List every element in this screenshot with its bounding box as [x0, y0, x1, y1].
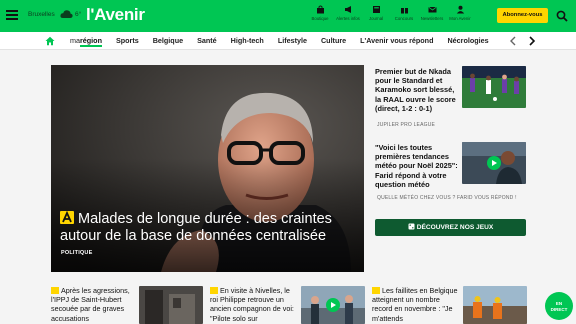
nav-item-culture[interactable]: Culture — [321, 36, 346, 45]
bottom-article-image[interactable] — [301, 286, 365, 324]
tool-alerts[interactable]: Alertes infos — [334, 5, 362, 21]
megaphone-icon — [344, 6, 351, 13]
mail-icon — [428, 6, 436, 13]
dice-icon — [408, 223, 415, 230]
nav-item-sports[interactable]: Sports — [116, 36, 139, 45]
building-image — [139, 286, 203, 324]
bottom-article-image[interactable] — [463, 286, 527, 324]
user-icon — [456, 5, 464, 14]
top-bar: Bruxelles 6° l'Avenir Boutique Alertes i… — [0, 0, 576, 32]
side-article-title[interactable]: "Voici les toutes premières tendances mé… — [375, 143, 460, 189]
play-icon[interactable] — [487, 156, 501, 170]
live-button[interactable]: EN DIRECT — [545, 292, 573, 320]
tool-concours[interactable]: Concours — [390, 5, 418, 21]
tool-mon-avenir[interactable]: Mon Avenir — [446, 5, 474, 21]
nav-items: marégion Sports Belgique Santé High-tech… — [70, 32, 500, 50]
premium-badge — [51, 287, 59, 294]
bag-icon — [316, 5, 324, 14]
nav-item-necrologies[interactable]: Nécrologies — [447, 36, 488, 45]
chevron-left-icon[interactable] — [509, 36, 517, 46]
chevron-right-icon[interactable] — [528, 36, 536, 46]
bottom-article-title[interactable]: En visite à Nivelles, le roi Philippe re… — [210, 286, 298, 323]
site-logo[interactable]: l'Avenir — [86, 5, 145, 25]
side-article-category[interactable]: QUELLE MÉTÉO CHEZ VOUS ? FARID VOUS RÉPO… — [377, 195, 517, 201]
side-article-category[interactable]: JUPILER PRO LEAGUE — [377, 122, 435, 128]
hero-article[interactable]: Malades de longue durée : des craintes a… — [51, 65, 364, 272]
side-article-title[interactable]: Premier but de Nkada pour le Standard et… — [375, 67, 460, 113]
side-article-image[interactable] — [462, 142, 526, 184]
header-tools: Boutique Alertes infos Journal Concours … — [306, 5, 474, 21]
nav-item-lifestyle[interactable]: Lifestyle — [278, 36, 307, 45]
play-icon[interactable] — [326, 298, 340, 312]
nav-item-belgique[interactable]: Belgique — [153, 36, 183, 45]
cloud-icon — [60, 10, 73, 18]
tool-journal[interactable]: Journal — [362, 5, 390, 21]
menu-icon[interactable] — [6, 10, 18, 20]
workers-image — [463, 286, 527, 324]
weather-city[interactable]: Bruxelles — [28, 11, 55, 18]
tool-boutique[interactable]: Boutique — [306, 5, 334, 21]
premium-badge — [210, 287, 218, 294]
temperature: 6° — [75, 11, 82, 18]
nav-item-high-tech[interactable]: High-tech — [231, 36, 264, 45]
main-nav: marégion Sports Belgique Santé High-tech… — [0, 32, 576, 50]
bottom-article-title[interactable]: Les faillites en Belgique atteignent un … — [372, 286, 460, 323]
gift-icon — [400, 7, 408, 14]
side-article-image[interactable] — [462, 66, 526, 108]
hero-category[interactable]: POLITIQUE — [61, 250, 92, 256]
subscribe-button[interactable]: Abonnez-vous — [497, 8, 548, 23]
home-icon[interactable] — [45, 36, 55, 46]
newspaper-icon — [372, 6, 380, 13]
premium-badge — [372, 287, 380, 294]
bottom-article-image[interactable] — [139, 286, 203, 324]
nav-item-avenir-repond[interactable]: L'Avenir vous répond — [360, 36, 433, 45]
hero-title[interactable]: Malades de longue durée : des craintes a… — [60, 211, 355, 245]
football-image — [462, 66, 526, 108]
games-button[interactable]: DÉCOUVREZ NOS JEUX — [375, 219, 526, 236]
tool-newsletters[interactable]: Newsletters — [418, 5, 446, 21]
bottom-article-title[interactable]: Après les agressions, l'IPPJ de Saint-Hu… — [51, 286, 137, 323]
search-icon[interactable] — [556, 10, 568, 22]
nav-item-maregion[interactable]: marégion — [70, 36, 102, 47]
nav-item-sante[interactable]: Santé — [197, 36, 217, 45]
